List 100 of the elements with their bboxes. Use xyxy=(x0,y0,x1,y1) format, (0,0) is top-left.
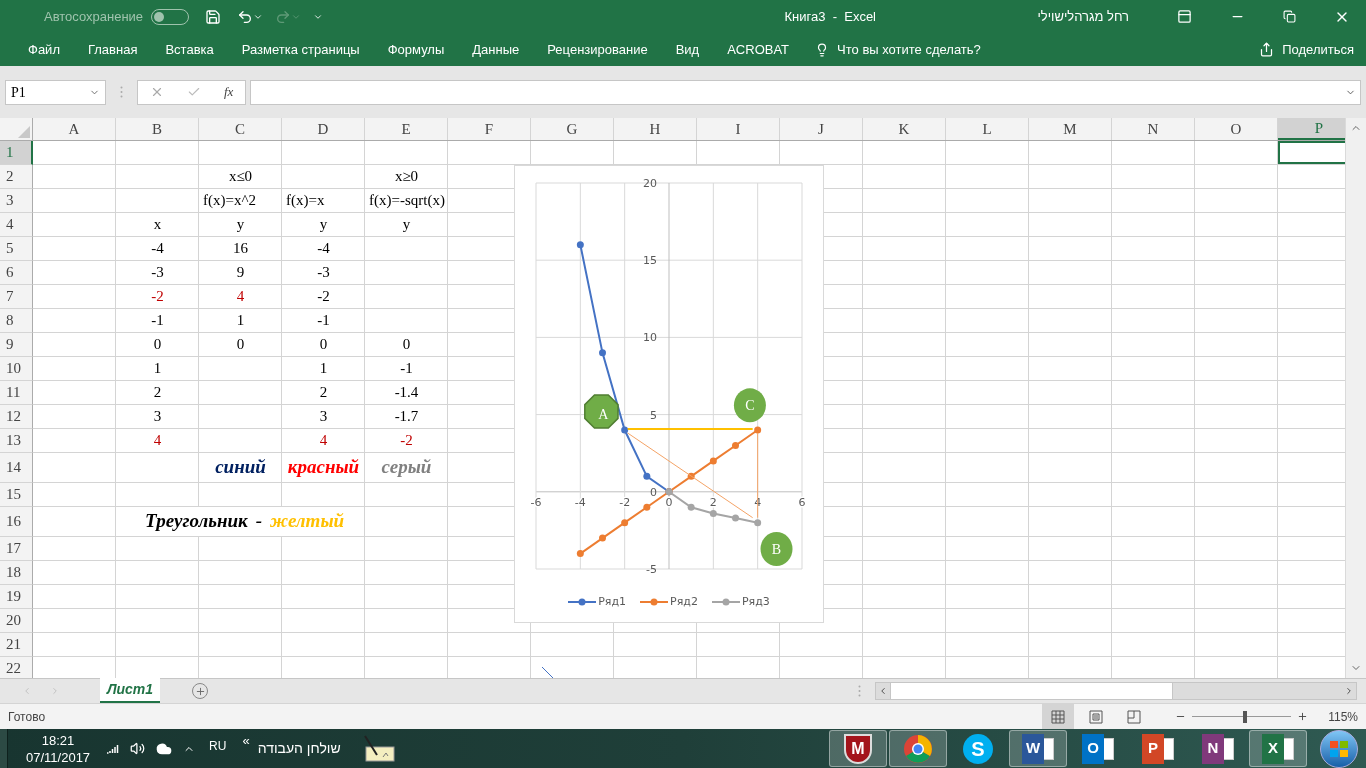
taskbar-button[interactable]: X xyxy=(1249,730,1307,767)
zoom-slider-thumb[interactable] xyxy=(1242,710,1247,723)
undo-icon[interactable] xyxy=(237,8,254,25)
horizontal-scrollbar[interactable] xyxy=(875,682,1357,700)
name-box[interactable]: P1 xyxy=(5,79,106,105)
column-header[interactable]: H xyxy=(614,118,697,140)
row-header[interactable]: 20 xyxy=(0,609,33,633)
row-header[interactable]: 13 xyxy=(0,429,33,453)
row-header[interactable]: 15 xyxy=(0,483,33,507)
column-header[interactable]: B xyxy=(116,118,199,140)
cell-text: -4 xyxy=(151,239,164,259)
column-header[interactable]: P xyxy=(1278,118,1345,140)
row-header[interactable]: 14 xyxy=(0,453,33,483)
ribbon-tab[interactable]: Рецензирование xyxy=(533,33,662,66)
column-header[interactable]: F xyxy=(448,118,531,140)
row-header[interactable]: 18 xyxy=(0,561,33,585)
row-header[interactable]: 10 xyxy=(0,357,33,381)
row-header[interactable]: 3 xyxy=(0,189,33,213)
column-header[interactable]: A xyxy=(33,118,116,140)
data-point xyxy=(599,349,606,357)
row-header[interactable]: 21 xyxy=(0,633,33,657)
vertical-scrollbar[interactable] xyxy=(1345,118,1366,678)
language-indicator[interactable]: RU xyxy=(209,736,227,755)
insert-function-button[interactable]: fx xyxy=(224,82,234,102)
ribbon-display-icon[interactable] xyxy=(1177,9,1192,24)
row-header[interactable]: 6 xyxy=(0,261,33,285)
formula-input[interactable] xyxy=(250,79,1361,105)
sheet-tab[interactable]: Лист1 xyxy=(100,678,160,703)
column-header[interactable]: L xyxy=(946,118,1029,140)
row-header[interactable]: 11 xyxy=(0,381,33,405)
axis-tick-label: 2 xyxy=(709,495,717,509)
column-header[interactable]: C xyxy=(199,118,282,140)
legend-marker-icon xyxy=(568,598,597,607)
volume-icon[interactable] xyxy=(130,741,146,756)
cell-text: 0 xyxy=(236,335,245,355)
column-header[interactable]: M xyxy=(1029,118,1112,140)
cell-text: -3 xyxy=(317,263,330,283)
toolbar-chevron[interactable]: « xyxy=(242,730,250,751)
app-icon: S xyxy=(963,733,993,764)
cell-text: -2 xyxy=(400,431,413,451)
cell-text: 3 xyxy=(153,407,162,427)
row-header[interactable]: 2 xyxy=(0,165,33,189)
ribbon-tab[interactable]: Данные xyxy=(458,33,534,66)
taskbar-button[interactable]: W xyxy=(1009,730,1067,767)
taskbar-edge-handle[interactable] xyxy=(0,729,8,768)
column-header[interactable]: I xyxy=(697,118,780,140)
zoom-in-icon[interactable] xyxy=(1297,711,1309,722)
column-header[interactable]: N xyxy=(1112,118,1195,140)
taskbar-button[interactable]: O xyxy=(1069,730,1127,767)
row-header[interactable]: 1 xyxy=(0,141,33,165)
signal-icon[interactable] xyxy=(106,743,120,754)
axis-tick-label: -2 xyxy=(619,495,631,509)
row-header[interactable]: 17 xyxy=(0,537,33,561)
cell-text: 9 xyxy=(236,263,245,283)
toolbar-label[interactable]: שולחן העבודה xyxy=(257,738,341,759)
ribbon-tab[interactable]: Формулы xyxy=(373,33,459,66)
restore-icon[interactable] xyxy=(1283,10,1296,23)
column-header[interactable]: J xyxy=(780,118,863,140)
column-header[interactable]: E xyxy=(365,118,448,140)
row-header[interactable]: 9 xyxy=(0,333,33,357)
pen-tablet-icon[interactable] xyxy=(362,734,395,763)
taskbar-button[interactable]: N xyxy=(1189,730,1247,767)
ribbon-tab[interactable]: ACROBAT xyxy=(713,33,804,66)
data-point xyxy=(643,503,651,511)
row-header[interactable]: 22 xyxy=(0,657,33,678)
share-button[interactable]: Поделиться xyxy=(1259,33,1354,66)
zoom-slider[interactable] xyxy=(1192,710,1292,723)
row-header[interactable]: 7 xyxy=(0,285,33,309)
row-header[interactable]: 5 xyxy=(0,237,33,261)
page-break-icon xyxy=(1127,709,1142,724)
row-header[interactable]: 4 xyxy=(0,213,33,237)
save-icon[interactable] xyxy=(205,8,222,25)
column-header[interactable]: D xyxy=(282,118,365,140)
column-header[interactable]: G xyxy=(531,118,614,140)
data-point xyxy=(599,534,606,542)
cell-text: 0 xyxy=(153,335,162,355)
ribbon-tab[interactable]: Вид xyxy=(661,33,714,66)
scroll-left-icon[interactable] xyxy=(878,686,888,696)
tell-me-search[interactable]: Что вы хотите сделать? xyxy=(815,33,981,66)
clock[interactable]: 18:21 07/11/2017 xyxy=(26,731,91,766)
ribbon-tab[interactable]: Файл xyxy=(14,33,74,66)
row-header[interactable]: 19 xyxy=(0,585,33,609)
ribbon-tab[interactable]: Вставка xyxy=(151,33,228,66)
ribbon-tab[interactable]: Главная xyxy=(73,33,152,66)
start-button[interactable] xyxy=(1320,729,1358,768)
shield-icon: M xyxy=(844,733,872,764)
scroll-right-icon[interactable] xyxy=(1344,686,1354,696)
data-point xyxy=(709,509,717,517)
column-header[interactable]: K xyxy=(863,118,946,140)
legend-entry: Ряд1 xyxy=(568,594,627,611)
ribbon-tab[interactable]: Разметка страницы xyxy=(227,33,374,66)
taskbar-button[interactable]: M xyxy=(829,730,887,767)
zoom-level[interactable]: 115% xyxy=(1328,707,1358,726)
row-header[interactable]: 8 xyxy=(0,309,33,333)
row-header[interactable]: 12 xyxy=(0,405,33,429)
taskbar-button[interactable] xyxy=(889,730,947,767)
view-button[interactable] xyxy=(1042,703,1075,730)
taskbar-button[interactable]: P xyxy=(1129,730,1187,767)
row-header[interactable]: 16 xyxy=(0,507,33,537)
share-icon xyxy=(1259,42,1275,57)
